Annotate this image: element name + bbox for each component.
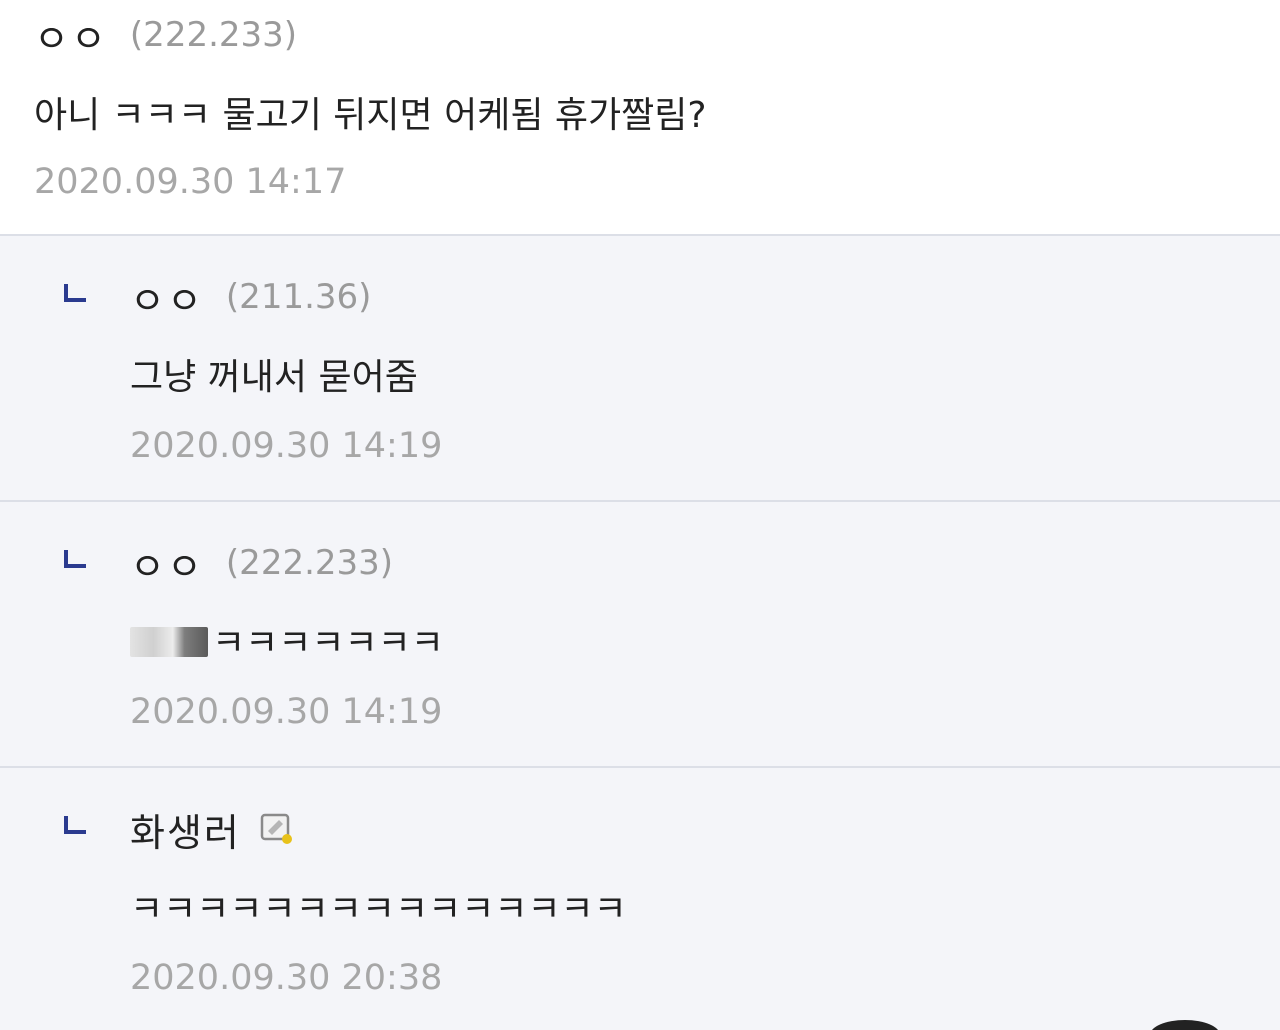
comment-text: ㅋㅋㅋㅋㅋㅋㅋㅋㅋㅋㅋㅋㅋㅋㅋ — [130, 889, 627, 930]
comment-date: 2020.09.30 14:19 — [130, 692, 443, 732]
comment-date: 2020.09.30 14:19 — [130, 426, 443, 466]
nickname[interactable]: ㅇㅇ — [130, 536, 204, 591]
reply-comment: 화생러 ㅋㅋㅋㅋㅋㅋㅋㅋㅋㅋㅋㅋㅋㅋㅋ 2020.09.30 20:38 — [0, 766, 1280, 1030]
ip-address: (222.233) — [225, 543, 394, 583]
comment-text: 그냥 꺼내서 묻어줌 — [130, 357, 418, 398]
partial-icon — [1150, 1020, 1220, 1030]
comment-text: ㅋㅋㅋㅋㅋㅋㅋ — [212, 623, 444, 664]
censored-text-blur — [130, 627, 208, 657]
nickname[interactable]: ㅇㅇ — [34, 8, 108, 63]
nickname[interactable]: 화생러 — [130, 802, 241, 857]
reply-comment: ㅇㅇ (222.233) ㅋㅋㅋㅋㅋㅋㅋ 2020.09.30 14:19 — [0, 500, 1280, 766]
comment: ㅇㅇ (222.233) 아니 ㅋㅋㅋ 물고기 뒤지면 어케됨 휴가짤림? 20… — [0, 0, 1280, 234]
ip-address: (211.36) — [225, 277, 372, 317]
comment-date: 2020.09.30 14:17 — [34, 162, 347, 202]
comment-text-container: ㅋㅋㅋㅋㅋㅋㅋ — [130, 614, 444, 666]
reply-arrow-icon — [64, 284, 86, 302]
comment-header: ㅇㅇ (222.233) — [34, 8, 298, 63]
nickname[interactable]: ㅇㅇ — [130, 270, 204, 325]
comment-header: ㅇㅇ (211.36) — [130, 270, 372, 325]
comment-text: 아니 ㅋㅋㅋ 물고기 뒤지면 어케됨 휴가짤림? — [34, 95, 707, 136]
comment-date: 2020.09.30 20:38 — [130, 958, 443, 998]
reply-arrow-icon — [64, 816, 86, 834]
memo-icon[interactable] — [259, 811, 295, 847]
comment-header: 화생러 — [130, 802, 295, 857]
comment-list: ㅇㅇ (222.233) 아니 ㅋㅋㅋ 물고기 뒤지면 어케됨 휴가짤림? 20… — [0, 0, 1280, 1030]
comment-header: ㅇㅇ (222.233) — [130, 536, 394, 591]
reply-comment: ㅇㅇ (211.36) 그냥 꺼내서 묻어줌 2020.09.30 14:19 — [0, 234, 1280, 500]
ip-address: (222.233) — [129, 15, 298, 55]
reply-arrow-icon — [64, 550, 86, 568]
